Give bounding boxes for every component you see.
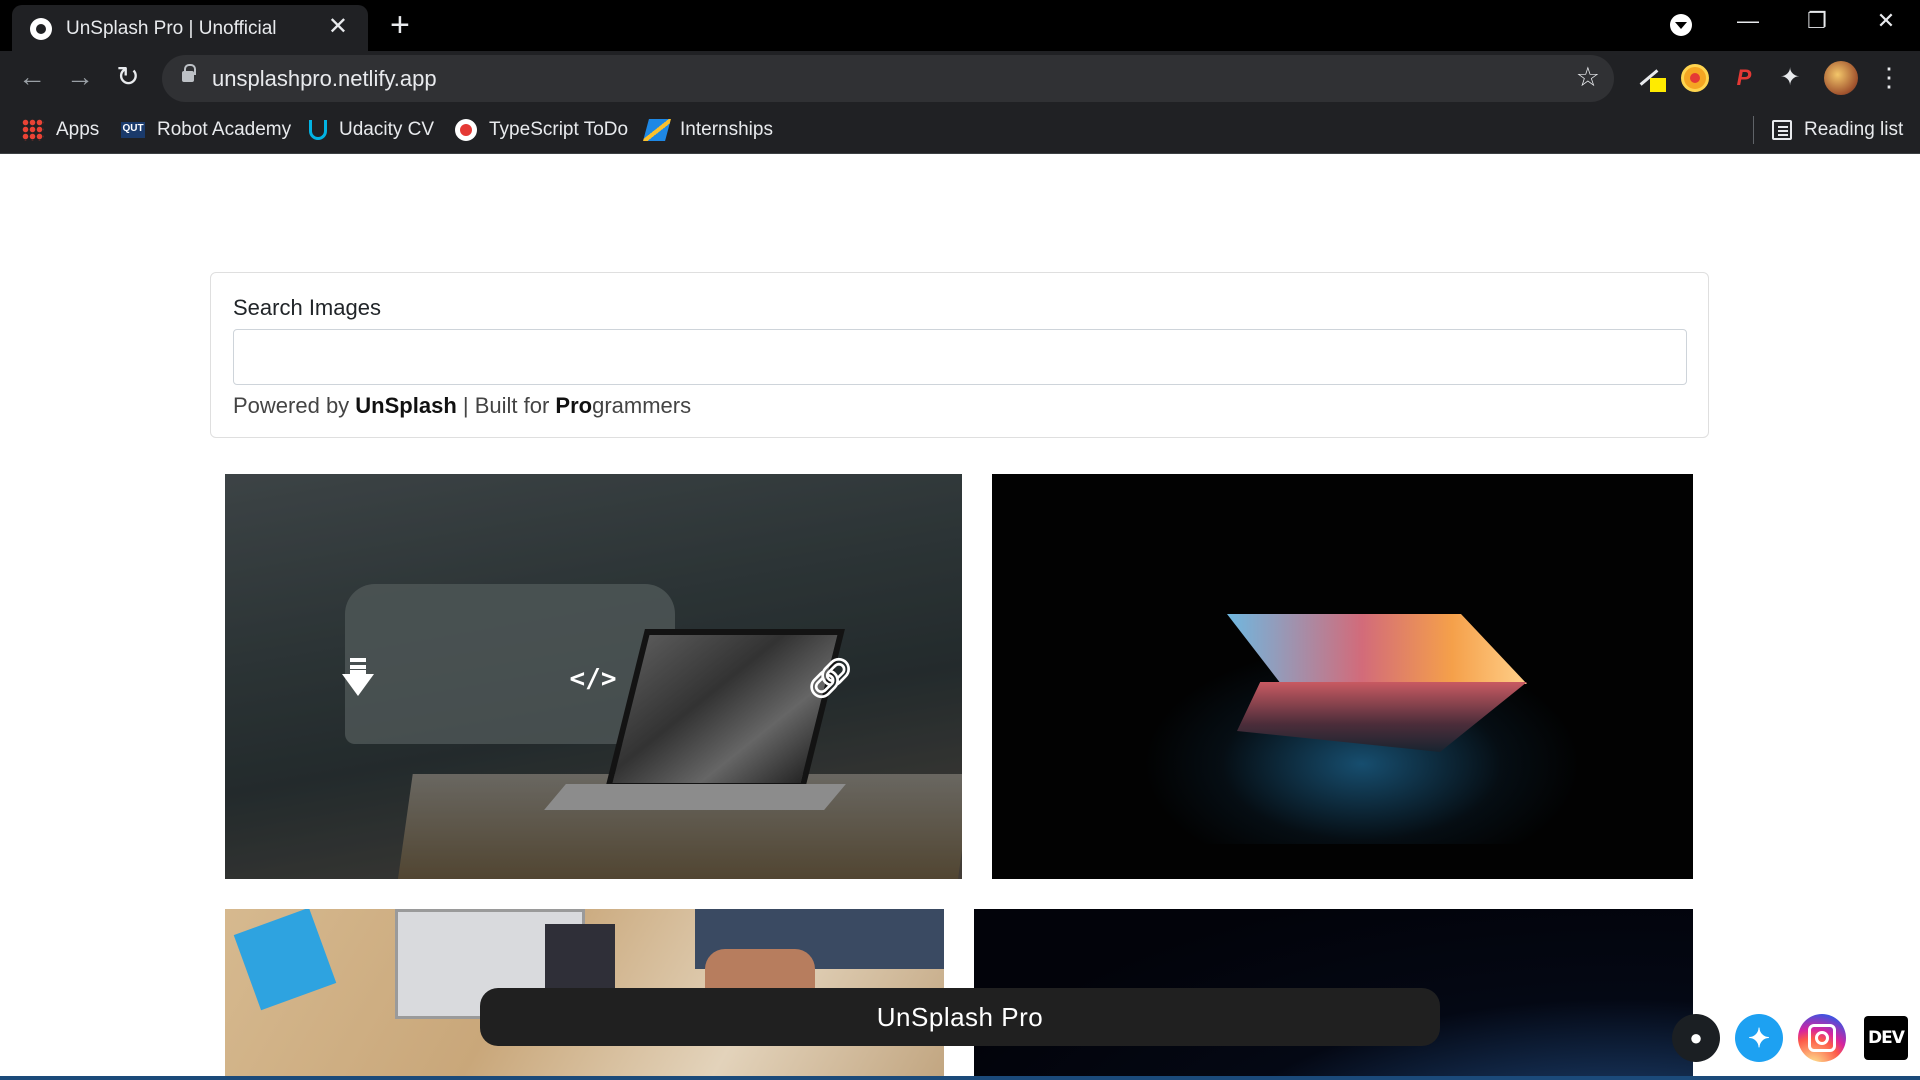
- browser-tab[interactable]: UnSplash Pro | Unofficial ✕: [12, 5, 368, 51]
- unsplash-brand-link[interactable]: UnSplash: [355, 393, 456, 418]
- bookmark-udacity-cv[interactable]: Udacity CV: [309, 118, 434, 142]
- download-icon[interactable]: [333, 654, 383, 704]
- powered-prefix: Powered by: [233, 393, 356, 418]
- highlighter-extension-icon[interactable]: [1636, 64, 1666, 92]
- browser-toolbar: ← → ↻ unsplashpro.netlify.app ☆ P ✦ ⋮: [0, 51, 1920, 106]
- back-icon[interactable]: ←: [14, 59, 50, 95]
- window-close-icon[interactable]: ✕: [1866, 6, 1906, 36]
- dev-icon[interactable]: DEV: [1864, 1016, 1908, 1060]
- forward-icon[interactable]: →: [62, 59, 98, 95]
- pro-highlight: Pro: [555, 393, 593, 418]
- photo-decoration: [233, 909, 337, 1011]
- profile-avatar[interactable]: [1824, 61, 1858, 95]
- qut-icon: QUT: [121, 122, 145, 138]
- reload-icon[interactable]: ↻: [110, 59, 146, 95]
- bookmark-robot-academy[interactable]: QUT Robot Academy: [121, 118, 291, 142]
- bookmark-label: TypeScript ToDo: [489, 119, 629, 140]
- unsplash-favicon-icon: [30, 18, 52, 40]
- lock-icon: [182, 64, 196, 82]
- browser-tab-strip: UnSplash Pro | Unofficial ✕ + — ❐ ✕: [0, 0, 1920, 51]
- bookmark-typescript-todo[interactable]: TypeScript ToDo: [455, 118, 628, 142]
- internships-icon: [643, 119, 671, 141]
- address-bar[interactable]: unsplashpro.netlify.app ☆: [162, 55, 1614, 102]
- bookmark-label: Internships: [680, 119, 773, 140]
- footer-title-bar: UnSplash Pro: [480, 988, 1440, 1046]
- typescript-todo-icon: [455, 119, 477, 141]
- udacity-icon: [309, 120, 327, 140]
- taskbar-edge: [0, 1076, 1920, 1080]
- twitter-icon[interactable]: ✦: [1735, 1014, 1783, 1062]
- restore-icon[interactable]: ❐: [1797, 6, 1837, 36]
- powered-suffix: grammers: [592, 393, 692, 418]
- url-text[interactable]: unsplashpro.netlify.app: [212, 66, 437, 92]
- reading-list-button[interactable]: Reading list: [1772, 118, 1903, 142]
- tab-title: UnSplash Pro | Unofficial: [66, 18, 277, 39]
- bookmark-star-icon[interactable]: ☆: [1576, 62, 1600, 93]
- apps-grid-icon: [22, 119, 44, 141]
- github-icon[interactable]: ●: [1672, 1014, 1720, 1062]
- new-tab-button[interactable]: +: [390, 8, 410, 42]
- bookmark-internships[interactable]: Internships: [643, 118, 773, 142]
- bookmarks-divider: [1753, 116, 1754, 144]
- bookmark-label: Apps: [56, 119, 100, 140]
- red-extension-icon[interactable]: P: [1730, 64, 1758, 92]
- search-input[interactable]: [233, 329, 1687, 385]
- browser-menu-icon[interactable]: ⋮: [1876, 63, 1902, 91]
- bookmark-label: Robot Academy: [157, 119, 292, 140]
- tab-search-icon[interactable]: [1670, 14, 1692, 36]
- bookmark-apps[interactable]: Apps: [22, 118, 99, 142]
- embed-code-icon[interactable]: </>: [568, 654, 618, 704]
- instagram-icon[interactable]: [1798, 1014, 1846, 1062]
- link-icon[interactable]: 🔗︎: [805, 654, 855, 704]
- page-content: Search Images Powered by UnSplash | Buil…: [0, 155, 1920, 1080]
- search-card: Search Images Powered by UnSplash | Buil…: [210, 272, 1709, 438]
- extensions-puzzle-icon[interactable]: ✦: [1776, 64, 1804, 92]
- reading-list-label: Reading list: [1804, 119, 1904, 140]
- photo-card-glowing-laptop[interactable]: [992, 474, 1693, 879]
- bookmark-label: Udacity CV: [339, 119, 435, 140]
- photo-card-living-room-laptop[interactable]: </> 🔗︎: [225, 474, 962, 879]
- bookmarks-bar: Apps QUT Robot Academy Udacity CV TypeSc…: [0, 106, 1920, 154]
- search-label: Search Images: [233, 295, 381, 320]
- reading-list-icon: [1772, 120, 1792, 140]
- powered-by-text: Powered by UnSplash | Built for Programm…: [233, 393, 691, 419]
- tab-close-icon[interactable]: ✕: [328, 15, 348, 39]
- orange-extension-icon[interactable]: [1681, 64, 1709, 92]
- minimize-icon[interactable]: —: [1728, 6, 1768, 36]
- powered-separator: | Built for: [456, 393, 556, 418]
